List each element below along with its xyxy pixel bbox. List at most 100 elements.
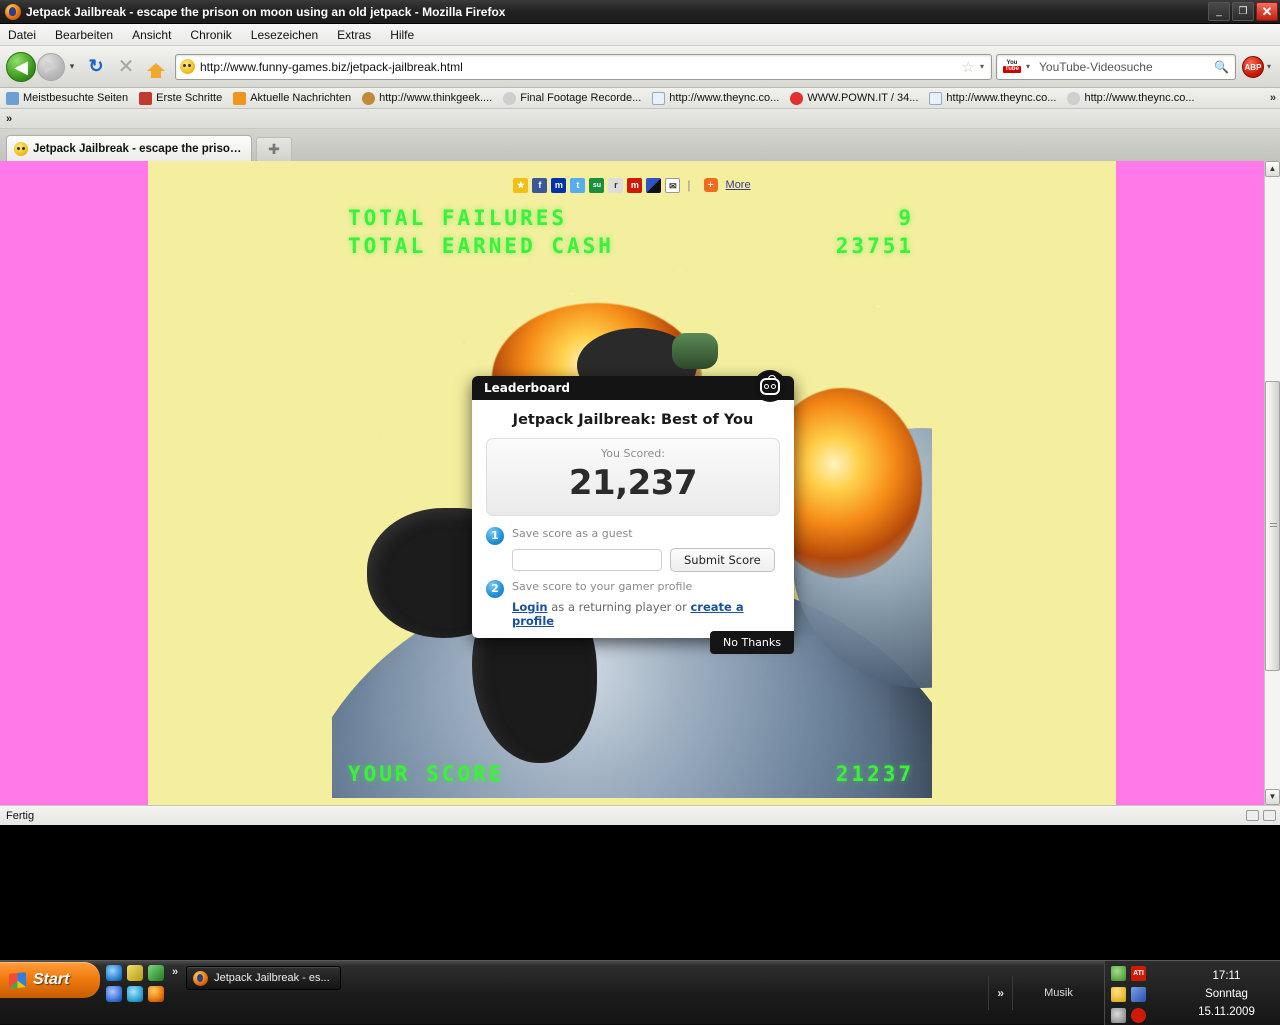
search-engine-caret-icon[interactable]: ▾ [1026, 62, 1030, 71]
step-two-label: Save score to your gamer profile [512, 580, 692, 593]
email-icon[interactable]: ✉ [665, 178, 680, 193]
app-quicklaunch-icon[interactable] [127, 965, 143, 981]
home-icon[interactable] [143, 54, 169, 80]
tab-strip: Jetpack Jailbreak - escape the priso… ✚ [0, 129, 1280, 161]
twitter-icon[interactable]: t [570, 178, 585, 193]
ati-tray-icon[interactable]: ATI [1131, 966, 1146, 981]
system-clock[interactable]: 17:11 Sonntag 15.11.2009 [1177, 965, 1276, 1025]
search-bar[interactable]: You Tube ▾ YouTube-Videosuche 🔍 [996, 54, 1236, 80]
more-plus-icon[interactable]: + [704, 178, 718, 192]
stop-icon[interactable]: ✕ [113, 54, 139, 80]
menu-item-ansicht[interactable]: Ansicht [132, 28, 171, 42]
reload-icon[interactable]: ↻ [83, 54, 109, 80]
bookmark-label: http://www.thinkgeek.... [379, 92, 492, 104]
reddit-icon[interactable]: r [608, 178, 623, 193]
volume-tray-icon[interactable] [1111, 1008, 1126, 1023]
bookmark-item[interactable]: http://www.thinkgeek.... [362, 92, 492, 105]
forward-button[interactable]: ▶ [37, 53, 65, 81]
status-bar-right [1246, 810, 1276, 821]
bookmark-label: http://www.theync.co... [669, 92, 779, 104]
adblock-plus-icon[interactable]: ABP [1242, 56, 1264, 78]
menu-item-hilfe[interactable]: Hilfe [390, 28, 414, 42]
avira-tray-icon[interactable] [1131, 1008, 1146, 1023]
bookmark-item[interactable]: http://www.theync.co... [929, 92, 1056, 105]
firefox-quicklaunch-icon[interactable] [148, 986, 164, 1002]
adblock-caret-icon[interactable]: ▾ [1267, 62, 1271, 71]
bookmark-favicon-icon [652, 92, 665, 105]
tabs-overflow-icon[interactable]: » [6, 113, 12, 125]
login-link[interactable]: Login [512, 600, 548, 614]
game-canvas[interactable]: TOTAL FAILURES 9 TOTAL EARNED CASH 23751… [332, 198, 932, 798]
taskbar-window-button[interactable]: Jetpack Jailbreak - es... [186, 966, 341, 990]
scrollbar-thumb[interactable] [1265, 381, 1280, 671]
bookmark-item[interactable]: http://www.theync.co... [652, 92, 779, 105]
status-indicator-icon[interactable] [1246, 810, 1259, 821]
close-button[interactable]: ✕ [1256, 2, 1278, 21]
clock-day: Sonntag [1177, 985, 1276, 1003]
hud-total-failures-value: 9 [898, 206, 914, 230]
bookmarks-overflow-icon[interactable]: » [1270, 92, 1276, 104]
start-button[interactable]: Start [0, 962, 100, 998]
bookmark-favicon-icon [790, 92, 803, 105]
score-label: You Scored: [487, 447, 779, 460]
url-text[interactable]: http://www.funny-games.biz/jetpack-jailb… [200, 60, 960, 74]
scroll-down-button[interactable]: ▼ [1265, 789, 1280, 805]
step-one-row: 1 Save score as a guest [486, 527, 780, 545]
address-bar[interactable]: http://www.funny-games.biz/jetpack-jailb… [175, 54, 992, 80]
status-resizer-icon[interactable] [1263, 810, 1276, 821]
quicklaunch-overflow-icon[interactable]: » [172, 966, 178, 978]
window-title: Jetpack Jailbreak - escape the prison on… [26, 5, 505, 19]
menu-item-extras[interactable]: Extras [337, 28, 371, 42]
maximize-button[interactable]: ❐ [1232, 2, 1254, 21]
minimize-button[interactable]: _ [1208, 2, 1230, 21]
navigation-toolbar: ◀ ▶ ▾ ↻ ✕ http://www.funny-games.biz/jet… [0, 46, 1280, 88]
new-tab-button[interactable]: ✚ [256, 137, 292, 161]
musik-toolbar-button[interactable]: Musik [1012, 976, 1104, 1010]
ie-quicklaunch-icon[interactable] [106, 965, 122, 981]
favorite-star-icon[interactable]: ★ [513, 178, 528, 193]
urlbar-caret-icon[interactable]: ▾ [980, 62, 984, 71]
menu-item-datei[interactable]: Datei [8, 28, 36, 42]
bookmark-item[interactable]: Aktuelle Nachrichten [233, 92, 351, 105]
page-viewport: ★ f m t su r m ✉ | + More TOTAL FAILURES [0, 161, 1280, 805]
menu-item-chronik[interactable]: Chronik [190, 28, 231, 42]
myspace-icon[interactable]: m [551, 178, 566, 193]
menu-item-lesezeichen[interactable]: Lesezeichen [251, 28, 318, 42]
social-share-row: ★ f m t su r m ✉ | + More [148, 172, 1116, 198]
youtube-icon[interactable]: You Tube [1001, 58, 1023, 75]
scroll-up-button[interactable]: ▲ [1265, 161, 1280, 177]
guest-name-input[interactable] [512, 549, 662, 571]
bookmark-item[interactable]: http://www.theync.co... [1067, 92, 1194, 105]
stumbleupon-icon[interactable]: su [589, 178, 604, 193]
app2-quicklaunch-icon[interactable] [148, 965, 164, 981]
mixx-icon[interactable]: m [627, 178, 642, 193]
bookmark-item[interactable]: WWW.POWN.IT / 34... [790, 92, 918, 105]
bookmark-item[interactable]: Erste Schritte [139, 92, 222, 105]
menu-bar: Datei Bearbeiten Ansicht Chronik Lesezei… [0, 24, 1280, 46]
more-link[interactable]: More [726, 179, 751, 191]
tray-overflow-icon[interactable]: » [988, 976, 1012, 1010]
tab-jetpack-jailbreak[interactable]: Jetpack Jailbreak - escape the priso… [6, 135, 252, 161]
bookmark-favicon-icon [1067, 92, 1080, 105]
submit-score-button[interactable]: Submit Score [670, 548, 775, 572]
network-tray-icon[interactable] [1111, 966, 1126, 981]
page-scrollbar[interactable]: ▲ ▼ [1264, 161, 1280, 805]
facebook-icon[interactable]: f [532, 178, 547, 193]
no-thanks-button[interactable]: No Thanks [710, 631, 794, 654]
search-input[interactable]: YouTube-Videosuche [1033, 60, 1214, 74]
bookmark-item[interactable]: Final Footage Recorde... [503, 92, 641, 105]
security-shield-tray-icon[interactable] [1111, 987, 1126, 1002]
start-label: Start [33, 971, 69, 989]
history-dropdown-caret-icon[interactable]: ▾ [65, 61, 79, 72]
ie2-quicklaunch-icon[interactable] [127, 986, 143, 1002]
bookmark-star-icon[interactable]: ☆ [962, 58, 975, 76]
taskbar-right-region: » Musik ATI 17:11 Sonntag 1 [988, 961, 1280, 1024]
login-middle-text: as a returning player or [548, 600, 691, 614]
media-quicklaunch-icon[interactable] [106, 986, 122, 1002]
search-magnifier-icon[interactable]: 🔍 [1214, 60, 1229, 74]
menu-item-bearbeiten[interactable]: Bearbeiten [55, 28, 113, 42]
bluetooth-tray-icon[interactable] [1131, 987, 1146, 1002]
delicious-icon[interactable] [646, 178, 661, 193]
bookmark-item[interactable]: Meistbesuchte Seiten [6, 92, 128, 105]
back-button[interactable]: ◀ [6, 52, 36, 82]
